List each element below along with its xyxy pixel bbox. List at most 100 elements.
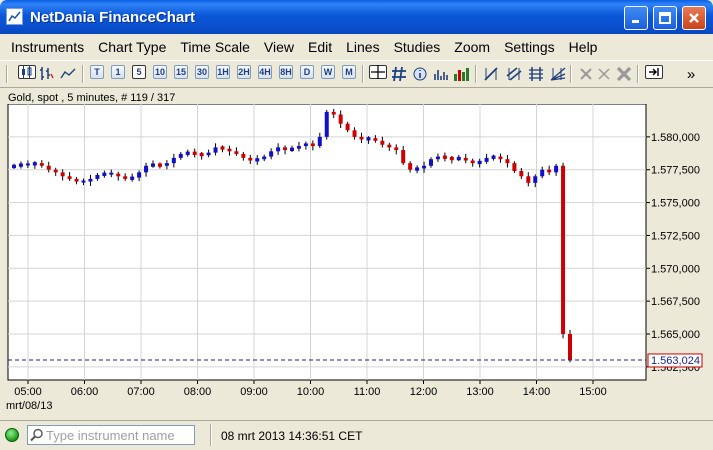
- candle-body: [227, 148, 232, 152]
- candle-body: [310, 143, 315, 147]
- channel-icon: [506, 67, 522, 81]
- candle-body: [32, 162, 37, 166]
- timeframe-10[interactable]: 10: [153, 65, 167, 79]
- menu-studies[interactable]: Studies: [387, 39, 448, 55]
- timeframe-1H[interactable]: 1H: [216, 65, 230, 79]
- timeframe-8H[interactable]: 8H: [279, 65, 293, 79]
- maximize-button[interactable]: [653, 6, 677, 30]
- menu-edit[interactable]: Edit: [301, 39, 339, 55]
- instrument-search[interactable]: [27, 425, 195, 445]
- timeframe-2H[interactable]: 2H: [237, 65, 251, 79]
- x-tick-label: 07:00: [127, 386, 155, 398]
- candle-body: [67, 176, 72, 179]
- menu-time-scale[interactable]: Time Scale: [173, 39, 257, 55]
- candle-body: [484, 157, 489, 162]
- candlestick-chart-button[interactable]: [18, 65, 36, 79]
- trendline-button[interactable]: [482, 65, 502, 83]
- toolbar-overflow-button[interactable]: »: [682, 65, 700, 83]
- candle-body: [262, 156, 267, 160]
- candle-body: [248, 157, 253, 161]
- ohlc-bar-button[interactable]: [38, 65, 56, 83]
- minimize-button[interactable]: [624, 6, 648, 30]
- candle-body: [276, 147, 281, 152]
- candle-body: [109, 172, 114, 175]
- crosshair-button[interactable]: [369, 65, 387, 79]
- candle-body: [46, 165, 51, 170]
- timeframe-4H[interactable]: 4H: [258, 65, 272, 79]
- line-chart-button[interactable]: [59, 65, 77, 83]
- y-tick-label: 1.570,000: [651, 263, 700, 275]
- info-button[interactable]: [411, 65, 429, 83]
- status-bar: 08 mrt 2013 14:36:51 CET: [0, 420, 713, 450]
- delete-selected-line-button[interactable]: [577, 65, 595, 83]
- timeframe-M[interactable]: M: [342, 65, 356, 79]
- candle-body: [422, 165, 427, 169]
- candle-body: [178, 153, 183, 158]
- timeframe-5[interactable]: 5: [132, 65, 146, 79]
- search-icon: [28, 426, 46, 444]
- timeframe-T[interactable]: T: [90, 65, 104, 79]
- clear-button[interactable]: [596, 65, 612, 83]
- fan-button[interactable]: [548, 65, 568, 83]
- candle-body: [519, 171, 524, 177]
- timeframe-1[interactable]: 1: [111, 65, 125, 79]
- toolbar-separator: [82, 65, 84, 83]
- candle-body: [74, 178, 79, 182]
- date-label: mrt/08/13: [6, 400, 53, 412]
- grid-button[interactable]: [390, 65, 408, 83]
- x-tick-label: 05:00: [14, 386, 42, 398]
- menu-instruments[interactable]: Instruments: [4, 39, 91, 55]
- volume-button[interactable]: [432, 65, 450, 83]
- close-button[interactable]: [682, 6, 706, 30]
- candle-body: [234, 151, 239, 154]
- status-timestamp: 08 mrt 2013 14:36:51 CET: [221, 429, 363, 443]
- studies-button[interactable]: [453, 65, 471, 83]
- menu-view[interactable]: View: [257, 39, 301, 55]
- title-bar[interactable]: NetDania FinanceChart: [0, 0, 713, 34]
- plot-area[interactable]: [7, 104, 647, 381]
- candle-body: [547, 169, 552, 173]
- menu-chart-type[interactable]: Chart Type: [91, 39, 173, 55]
- candlestick-chart[interactable]: 1.562,5001.565,0001.567,5001.570,0001.57…: [0, 104, 713, 400]
- candle-body: [540, 169, 545, 177]
- candle-body: [338, 114, 343, 124]
- candle-body: [60, 172, 65, 177]
- menu-settings[interactable]: Settings: [497, 39, 562, 55]
- menu-help[interactable]: Help: [562, 39, 605, 55]
- candle-body: [373, 138, 378, 141]
- x-tick-label: 15:00: [579, 386, 607, 398]
- instrument-search-input[interactable]: [46, 427, 192, 443]
- candle-body: [290, 147, 294, 151]
- timeframe-D[interactable]: D: [300, 65, 314, 79]
- timeframe-15[interactable]: 15: [174, 65, 188, 79]
- candle-body: [505, 159, 510, 164]
- pin-toolbar-button[interactable]: [645, 65, 663, 79]
- menu-lines[interactable]: Lines: [339, 39, 386, 55]
- candle-body: [470, 160, 475, 164]
- channel-button[interactable]: [504, 65, 524, 83]
- menu-zoom[interactable]: Zoom: [447, 39, 497, 55]
- timeframe-W[interactable]: W: [321, 65, 335, 79]
- candle-body: [345, 123, 350, 131]
- candle-body: [123, 176, 128, 179]
- candle-body: [206, 152, 211, 156]
- toolbar-separator: [637, 65, 639, 83]
- fibonacci-button[interactable]: [526, 65, 546, 83]
- candle-body: [296, 146, 301, 149]
- timeframe-30[interactable]: 30: [195, 65, 209, 79]
- connection-status-icon: [5, 428, 19, 442]
- candle-body: [442, 155, 447, 159]
- candle-body: [429, 159, 433, 166]
- candle-body: [199, 152, 204, 157]
- chart-area[interactable]: 1.562,500 1.565,000 1.567,500 1.570,000 1.57…: [0, 104, 713, 416]
- candle-body: [415, 167, 420, 171]
- maximize-icon: [659, 12, 671, 24]
- candle-body: [213, 147, 218, 153]
- candle-body: [39, 163, 44, 166]
- delete-line-icon: [580, 68, 592, 80]
- y-tick-label: 1.575,000: [651, 198, 700, 210]
- candle-body: [241, 153, 246, 158]
- x-tick-label: 06:00: [71, 386, 99, 398]
- delete-all-button[interactable]: [615, 65, 633, 83]
- fan-icon: [550, 67, 566, 81]
